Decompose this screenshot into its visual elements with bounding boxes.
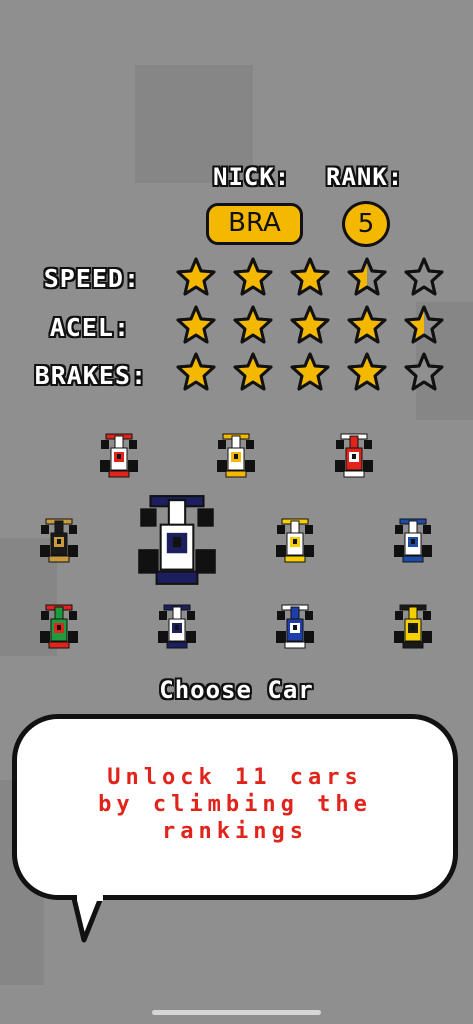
acel-label: ACEL: bbox=[49, 313, 130, 342]
star-half-icon bbox=[347, 257, 387, 296]
star-full-icon bbox=[176, 305, 216, 344]
car-yellow-black[interactable] bbox=[394, 603, 432, 651]
message-line: Unlock 11 cars bbox=[107, 765, 363, 790]
nick-value[interactable]: BRA bbox=[206, 203, 303, 245]
car-black-gold[interactable] bbox=[40, 517, 78, 565]
star-full-icon bbox=[347, 305, 387, 344]
car-green[interactable] bbox=[40, 603, 78, 651]
car-white-yellow-blue[interactable] bbox=[217, 432, 255, 480]
acel-stars bbox=[176, 305, 444, 345]
star-full-icon bbox=[176, 257, 216, 296]
bubble-tail-cover bbox=[77, 893, 103, 901]
car-yellow-white[interactable] bbox=[276, 517, 314, 565]
star-full-icon bbox=[290, 257, 330, 296]
star-full-icon bbox=[290, 352, 330, 391]
star-full-icon bbox=[233, 305, 273, 344]
rank-label: RANK: bbox=[326, 163, 404, 191]
rank-badge: 5 bbox=[342, 201, 390, 247]
brakes-label: BRAKES: bbox=[34, 361, 147, 390]
star-full-icon bbox=[233, 352, 273, 391]
star-full-icon bbox=[290, 305, 330, 344]
star-half-icon bbox=[404, 305, 444, 344]
brakes-stars bbox=[176, 352, 444, 392]
home-indicator[interactable] bbox=[152, 1010, 321, 1015]
star-full-icon bbox=[176, 352, 216, 391]
choose-car-label: Choose Car bbox=[159, 676, 314, 704]
unlock-message: Unlock 11 cars by climbing the rankings bbox=[12, 764, 458, 845]
car-white-navy-selected[interactable] bbox=[138, 492, 216, 590]
star-full-icon bbox=[233, 257, 273, 296]
car-blue[interactable] bbox=[276, 603, 314, 651]
nick-label: NICK: bbox=[213, 163, 291, 191]
message-line: rankings bbox=[162, 819, 308, 844]
speed-stars bbox=[176, 257, 444, 297]
speed-label: SPEED: bbox=[43, 264, 140, 293]
message-line: by climbing the bbox=[98, 792, 372, 817]
car-red[interactable] bbox=[335, 432, 373, 480]
star-empty-icon bbox=[404, 352, 444, 391]
star-full-icon bbox=[347, 352, 387, 391]
car-blue-white[interactable] bbox=[394, 517, 432, 565]
star-empty-icon bbox=[404, 257, 444, 296]
car-red-white[interactable] bbox=[100, 432, 138, 480]
car-white-navy-small[interactable] bbox=[158, 603, 196, 651]
